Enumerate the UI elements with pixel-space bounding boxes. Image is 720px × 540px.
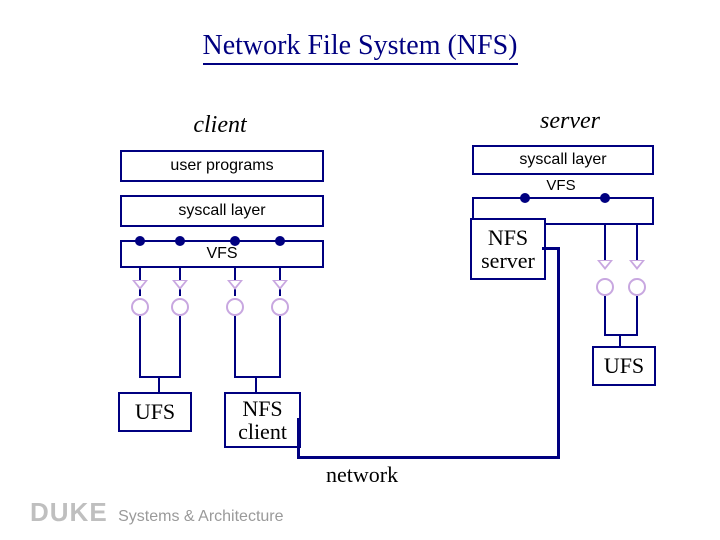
- client-ufs-box: UFS: [118, 392, 192, 432]
- connector-dot-icon: [175, 236, 185, 246]
- connector-dot-icon: [275, 236, 285, 246]
- server-ufs-box: UFS: [592, 346, 656, 386]
- connector-line: [139, 376, 181, 378]
- connector-line: [604, 296, 606, 334]
- connector-line: [234, 316, 236, 376]
- footer-sub: Systems & Architecture: [118, 508, 283, 525]
- footer-brand: DUKE: [30, 497, 108, 527]
- client-syscall-layer-label: syscall layer: [178, 203, 265, 220]
- footer: DUKE Systems & Architecture: [30, 497, 284, 528]
- arrowhead-icon: [227, 280, 243, 290]
- nfs-server-box: NFS server: [470, 218, 546, 280]
- server-heading: server: [470, 108, 670, 135]
- connector-line: [636, 296, 638, 334]
- connector-circle-icon: [628, 278, 646, 296]
- client-ufs-label: UFS: [135, 400, 175, 423]
- network-line: [557, 247, 560, 459]
- arrowhead-icon: [132, 280, 148, 290]
- connector-line: [158, 376, 160, 392]
- arrowhead-icon: [629, 260, 645, 270]
- client-user-programs-label: user programs: [170, 158, 273, 175]
- client-vfs-box: VFS: [120, 240, 324, 268]
- server-syscall-layer-label: syscall layer: [519, 152, 606, 169]
- connector-line: [139, 316, 141, 376]
- nfs-server-label: NFS server: [481, 226, 535, 272]
- connector-circle-icon: [596, 278, 614, 296]
- network-line: [542, 247, 560, 250]
- network-line: [297, 456, 560, 459]
- connector-dot-icon: [230, 236, 240, 246]
- client-vfs-label: VFS: [206, 246, 237, 263]
- connector-line: [255, 376, 257, 392]
- arrowhead-icon: [272, 280, 288, 290]
- connector-line: [604, 334, 638, 336]
- connector-dot-icon: [520, 193, 530, 203]
- connector-line: [234, 376, 281, 378]
- page-title-text: Network File System (NFS): [203, 30, 518, 65]
- nfs-client-label: NFS client: [238, 397, 287, 443]
- connector-circle-icon: [226, 298, 244, 316]
- nfs-client-box: NFS client: [224, 392, 301, 448]
- connector-line: [619, 334, 621, 346]
- server-syscall-layer-box: syscall layer: [472, 145, 654, 175]
- server-vfs-label: VFS: [472, 177, 650, 194]
- connector-dot-icon: [600, 193, 610, 203]
- connector-line: [179, 316, 181, 376]
- network-label: network: [326, 462, 398, 488]
- arrowhead-icon: [597, 260, 613, 270]
- network-line: [297, 418, 300, 458]
- connector-line: [279, 316, 281, 376]
- connector-dot-icon: [135, 236, 145, 246]
- page-title: Network File System (NFS): [0, 30, 720, 62]
- server-ufs-label: UFS: [604, 354, 644, 377]
- client-syscall-layer-box: syscall layer: [120, 195, 324, 227]
- connector-circle-icon: [271, 298, 289, 316]
- connector-circle-icon: [131, 298, 149, 316]
- client-heading: client: [120, 112, 320, 139]
- arrowhead-icon: [172, 280, 188, 290]
- connector-line: [636, 223, 638, 263]
- client-user-programs-box: user programs: [120, 150, 324, 182]
- connector-line: [604, 223, 606, 263]
- connector-circle-icon: [171, 298, 189, 316]
